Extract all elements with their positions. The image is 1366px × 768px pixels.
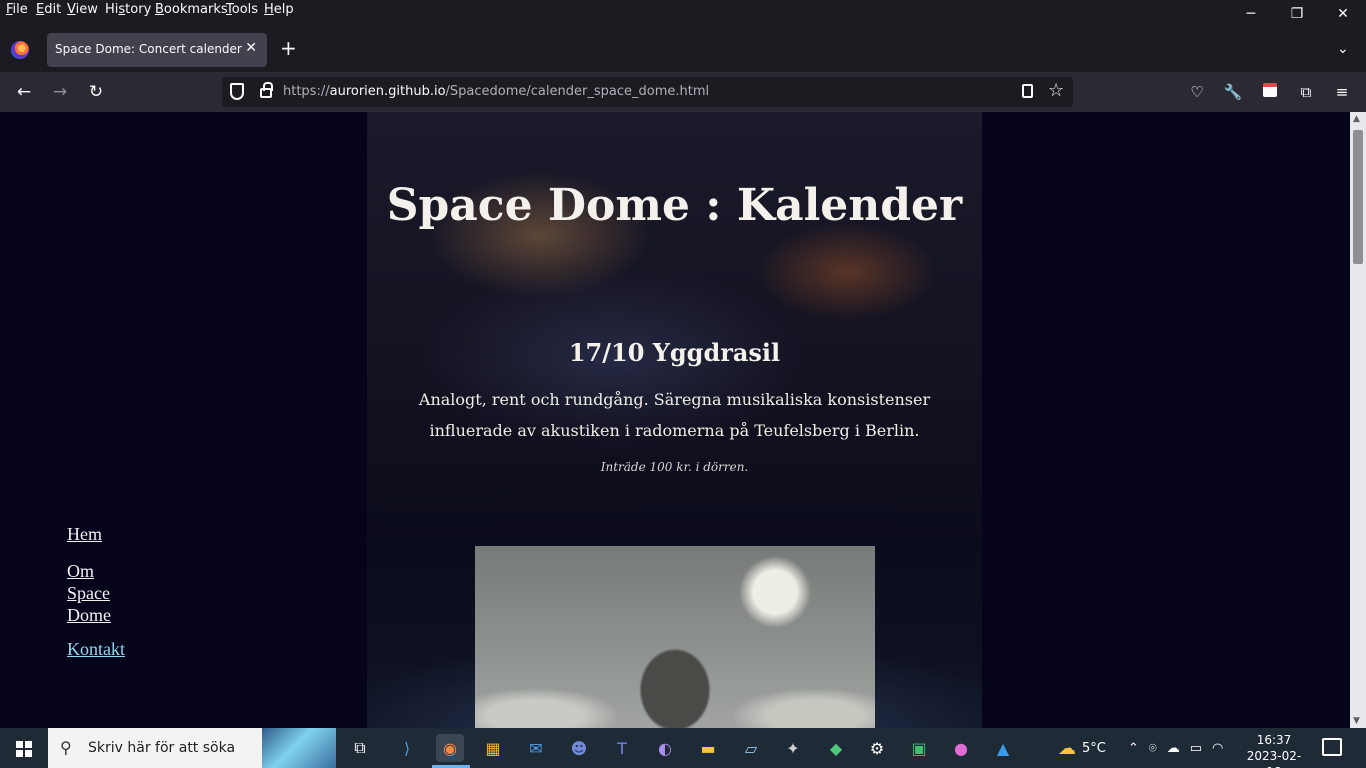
taskbar-app-notes[interactable]: ▱ bbox=[737, 734, 765, 762]
wifi-icon[interactable]: ◠ bbox=[1212, 741, 1223, 756]
menu-file[interactable]: File bbox=[6, 2, 28, 17]
taskbar-app-gitkraken[interactable]: ◆ bbox=[822, 734, 850, 762]
taskbar-app-explorer[interactable]: ▬ bbox=[694, 734, 722, 762]
hero-section: Space Dome : Kalender 17/10 Yggdrasil An… bbox=[367, 112, 982, 728]
chevron-up-icon[interactable]: ⌃ bbox=[1128, 741, 1139, 756]
taskbar-app-firefox[interactable]: ◉ bbox=[436, 734, 464, 762]
taskbar-app-task-view[interactable]: ⧉ bbox=[346, 734, 374, 762]
event-image bbox=[475, 546, 875, 728]
hamburger-menu-icon[interactable]: ≡ bbox=[1331, 81, 1353, 103]
back-button[interactable]: ← bbox=[12, 80, 36, 104]
pocket-icon[interactable]: ♡ bbox=[1186, 81, 1208, 103]
search-input[interactable]: Skriv här för att söka bbox=[88, 740, 235, 756]
notification-center-icon[interactable] bbox=[1322, 738, 1342, 756]
taskbar-app-store[interactable]: ▦ bbox=[479, 734, 507, 762]
scrollbar-thumb[interactable] bbox=[1353, 130, 1363, 264]
taskbar-app-vscode[interactable]: ⟩ bbox=[393, 734, 421, 762]
tab-title: Space Dome: Concert calender bbox=[55, 42, 242, 56]
event-description: Analogt, rent och rundgång. Säregna musi… bbox=[418, 390, 931, 440]
new-tab-button[interactable]: + bbox=[280, 38, 297, 58]
scroll-down-icon[interactable]: ▼ bbox=[1353, 716, 1360, 726]
windows-start-icon[interactable] bbox=[16, 741, 32, 757]
taskbar-app-app-green[interactable]: ▣ bbox=[905, 734, 933, 762]
tab-active[interactable]: Space Dome: Concert calender ✕ bbox=[47, 33, 267, 67]
list-all-tabs-icon[interactable]: ⌄ bbox=[1337, 41, 1349, 57]
vertical-scrollbar[interactable]: ▲ ▼ bbox=[1350, 112, 1366, 728]
taskbar-app-browser[interactable]: ◐ bbox=[651, 734, 679, 762]
reload-button[interactable]: ↻ bbox=[84, 80, 108, 104]
tracking-protection-icon[interactable] bbox=[230, 83, 244, 100]
taskbar-app-game[interactable]: ✦ bbox=[779, 734, 807, 762]
firefox-icon bbox=[11, 41, 29, 59]
bookmark-star-icon[interactable]: ☆ bbox=[1048, 80, 1064, 101]
nav-link-about[interactable]: Om Space Dome bbox=[67, 560, 127, 626]
taskbar: ⚲ Skriv här för att söka ⧉ ⟩ ◉ ▦ ✉ ☻ T ◐ ▬ ▱ ✦ ◆ ⚙ ▣ ●… bbox=[0, 728, 1366, 768]
meet-icon[interactable]: ⌾ bbox=[1149, 741, 1157, 756]
page-title: Space Dome : Kalender bbox=[386, 180, 963, 231]
taskbar-app-teams[interactable]: T bbox=[608, 734, 636, 762]
taskbar-app-mail[interactable]: ✉ bbox=[522, 734, 550, 762]
url-bar[interactable]: https://aurorien.github.io/Spacedome/cal… bbox=[222, 77, 1073, 107]
close-tab-icon[interactable]: ✕ bbox=[245, 40, 257, 56]
page-viewport: Space Dome : Kalender 17/10 Yggdrasil An… bbox=[0, 112, 1350, 728]
weather-cloud-icon: ☁ bbox=[1058, 737, 1076, 759]
search-icon: ⚲ bbox=[60, 738, 72, 757]
system-tray: ⌃ ⌾ ☁ ▭ ◠ bbox=[1128, 728, 1223, 768]
event-title: 17/10 Yggdrasil bbox=[568, 338, 781, 367]
taskbar-app-settings[interactable]: ⚙ bbox=[863, 734, 891, 762]
url-text[interactable]: https://aurorien.github.io/Spacedome/cal… bbox=[283, 84, 709, 99]
event-price: Inträde 100 kr. i dörren. bbox=[600, 460, 749, 474]
extension-calendar-icon[interactable] bbox=[1259, 81, 1281, 103]
battery-icon[interactable]: ▭ bbox=[1190, 741, 1202, 756]
extensions-icon[interactable]: ⧉ bbox=[1295, 81, 1317, 103]
clock-time: 16:37 bbox=[1256, 733, 1292, 747]
menubar: File Edit View History Bookmarks Tools H… bbox=[0, 0, 1366, 22]
search-highlight-image bbox=[262, 728, 336, 768]
menu-help[interactable]: Help bbox=[264, 2, 294, 17]
weather-widget[interactable]: ☁ 5°C bbox=[1058, 728, 1106, 768]
nav-link-home[interactable]: Hem bbox=[67, 524, 102, 545]
nav-link-contact[interactable]: Kontakt bbox=[67, 639, 125, 660]
reader-view-icon[interactable] bbox=[1022, 84, 1033, 98]
taskbar-clock[interactable]: 16:37 2023-02-18 bbox=[1240, 732, 1308, 768]
menu-tools[interactable]: Tools bbox=[226, 2, 258, 17]
menu-view[interactable]: View bbox=[67, 2, 98, 17]
taskbar-search[interactable]: ⚲ Skriv här för att söka bbox=[48, 728, 336, 768]
forward-button[interactable]: → bbox=[48, 80, 72, 104]
menu-edit[interactable]: Edit bbox=[36, 2, 61, 17]
taskbar-app-discord[interactable]: ☻ bbox=[565, 734, 593, 762]
menu-history[interactable]: History bbox=[105, 2, 151, 17]
weather-temp: 5°C bbox=[1082, 740, 1106, 756]
network-error-icon[interactable]: ☁ bbox=[1167, 741, 1180, 756]
navigation-toolbar: ← → ↻ https://aurorien.github.io/Spacedo… bbox=[0, 72, 1366, 112]
scroll-up-icon[interactable]: ▲ bbox=[1353, 114, 1360, 124]
clock-date: 2023-02-18 bbox=[1246, 749, 1302, 768]
wrench-icon[interactable]: 🔧 bbox=[1222, 81, 1244, 103]
tab-strip: Space Dome: Concert calender ✕ + ⌄ bbox=[0, 22, 1366, 72]
lock-icon[interactable] bbox=[260, 82, 273, 98]
taskbar-app-photos[interactable]: ▲ bbox=[989, 734, 1017, 762]
menu-bookmarks[interactable]: Bookmarks bbox=[155, 2, 228, 17]
taskbar-app-app-drop[interactable]: ● bbox=[947, 734, 975, 762]
